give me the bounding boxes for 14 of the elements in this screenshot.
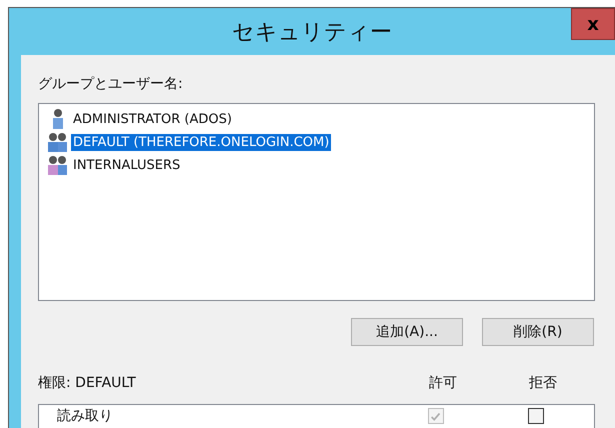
window-title: セキュリティー (232, 18, 392, 46)
close-button[interactable]: x (571, 8, 615, 40)
dialog-button[interactable]: 削除(R) (482, 318, 594, 346)
list-item[interactable]: INTERNALUSERS (71, 156, 182, 174)
column-header: 許可 (428, 374, 458, 392)
list-item[interactable]: DEFAULT (THEREFORE.ONELOGIN.COM) (71, 134, 332, 150)
permission-name: 読み取り (56, 407, 114, 425)
list-label: グループとユーザー名: (38, 75, 184, 93)
checkbox[interactable] (528, 408, 544, 424)
dialog-button[interactable]: 追加(A)... (351, 318, 463, 346)
check-icon (429, 410, 443, 424)
list-item[interactable]: ADMINISTRATOR (ADOS) (71, 110, 234, 128)
column-header: 拒否 (528, 374, 558, 392)
permissions-label: 権限: DEFAULT (38, 374, 137, 392)
